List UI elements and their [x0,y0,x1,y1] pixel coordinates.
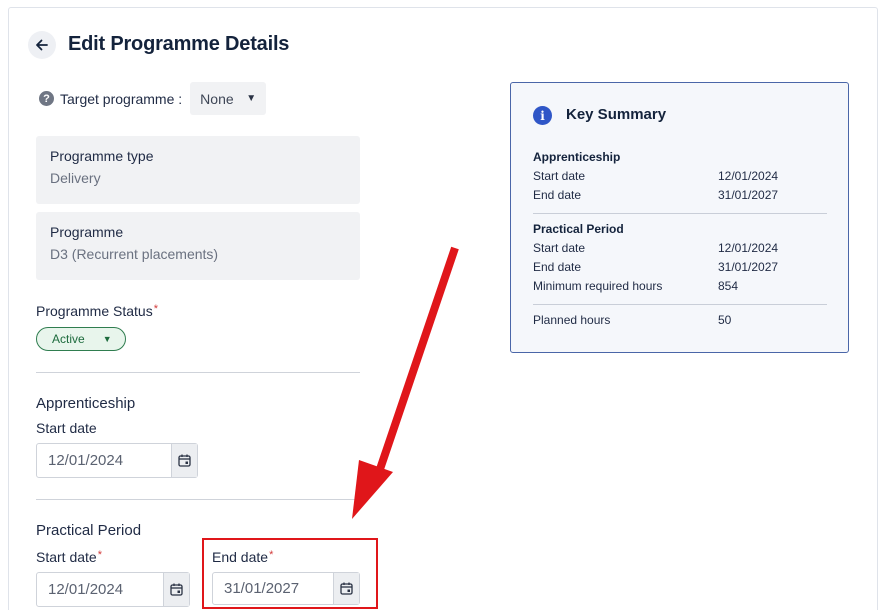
programme-status-value: Active [52,332,85,346]
programme-label: Programme [50,224,124,240]
programme-status-select[interactable]: Active ▼ [36,327,126,351]
back-button[interactable] [28,31,56,59]
programme-status-label-text: Programme Status [36,303,153,319]
key-summary-panel: i Key Summary Apprenticeship Start date … [510,82,849,353]
divider [36,499,360,500]
programme-box: Programme D3 (Recurrent placements) [36,212,360,280]
target-programme-select[interactable]: None ▼ [190,82,267,115]
annotation-highlight-box [202,538,378,609]
summary-row-value: 12/01/2024 [718,169,779,183]
programme-status-label: Programme Status* [36,303,158,319]
programme-type-label: Programme type [50,148,154,164]
apprenticeship-start-label: Start date [36,420,97,436]
practical-start-date-value[interactable]: 12/01/2024 [37,573,163,606]
info-icon: i [533,106,552,125]
chevron-down-icon: ▼ [246,93,257,104]
summary-row-value: 31/01/2027 [718,260,779,274]
practical-period-title: Practical Period [36,522,142,539]
chevron-down-icon: ▼ [102,334,112,344]
target-programme-label: Target programme : [60,90,183,107]
required-marker: * [97,549,102,561]
calendar-icon [170,583,183,596]
apprenticeship-start-date-input[interactable]: 12/01/2024 [36,443,198,478]
calendar-icon [178,454,191,467]
summary-practical-title: Practical Period [533,222,624,236]
summary-row-value: 12/01/2024 [718,241,779,255]
programme-value: D3 (Recurrent placements) [50,246,219,262]
summary-divider [533,304,827,305]
summary-row-key: Planned hours [533,313,611,327]
summary-row-key: Minimum required hours [533,279,663,293]
divider [36,372,360,373]
arrow-left-icon [36,39,48,51]
summary-row-value: 50 [718,313,732,327]
page-title: Edit Programme Details [68,33,290,55]
required-marker: * [153,303,158,315]
practical-start-label-text: Start date [36,549,97,565]
summary-row-key: Start date [533,241,586,255]
key-summary-title: Key Summary [566,106,667,123]
practical-start-date-input[interactable]: 12/01/2024 [36,572,190,607]
practical-start-label: Start date* [36,549,102,565]
help-icon[interactable]: ? [39,91,54,106]
apprenticeship-title: Apprenticeship [36,395,136,412]
summary-row-value: 854 [718,279,739,293]
programme-type-value: Delivery [50,170,101,186]
target-programme-row: ? Target programme : None ▼ [39,82,267,115]
calendar-button[interactable] [171,444,197,477]
programme-type-box: Programme type Delivery [36,136,360,204]
apprenticeship-start-date-value[interactable]: 12/01/2024 [37,444,171,477]
summary-row-key: Start date [533,169,586,183]
target-programme-value: None [200,90,234,107]
summary-row-value: 31/01/2027 [718,188,779,202]
calendar-button[interactable] [163,573,189,606]
summary-row-key: End date [533,188,582,202]
summary-apprenticeship-title: Apprenticeship [533,150,621,164]
summary-row-key: End date [533,260,582,274]
summary-divider [533,213,827,214]
